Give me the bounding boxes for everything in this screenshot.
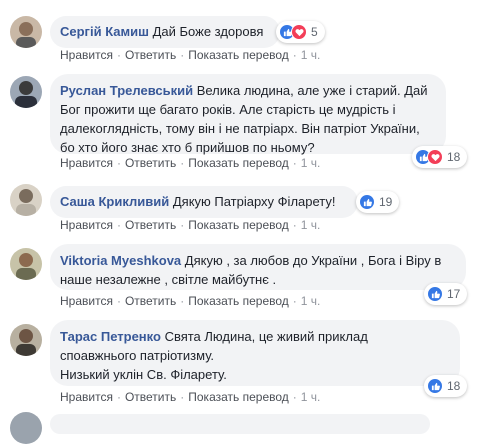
reply-link[interactable]: Ответить: [125, 48, 176, 62]
reaction-count: 17: [447, 287, 461, 301]
like-icon: [427, 286, 443, 302]
comment-author[interactable]: Саша Крикливий: [60, 194, 169, 209]
comment-actions: Нравится · Ответить · Показать перевод · 1 ч.: [60, 156, 321, 170]
like-link[interactable]: Нравится: [60, 156, 113, 170]
translate-link[interactable]: Показать перевод: [188, 156, 289, 170]
translate-link[interactable]: Показать перевод: [188, 390, 289, 404]
reply-link[interactable]: Ответить: [125, 218, 176, 232]
reply-link[interactable]: Ответить: [125, 156, 176, 170]
comment-bubble: Viktoria Myeshkova Дякую , за любов до У…: [50, 244, 466, 290]
comment-author[interactable]: Сергій Камиш: [60, 24, 149, 39]
comment-text: Дякую Патріарху Філарету!: [172, 194, 336, 209]
reaction-count: 18: [447, 150, 461, 164]
reactions[interactable]: 19: [356, 191, 400, 213]
comment-actions: Нравится · Ответить · Показать перевод · 1 ч.: [60, 218, 321, 232]
timestamp[interactable]: 1 ч.: [301, 294, 321, 308]
comment-text: Дай Боже здоровя: [152, 24, 264, 39]
comment-actions: Нравится · Ответить · Показать перевод · 1 ч.: [60, 294, 321, 308]
like-link[interactable]: Нравится: [60, 390, 113, 404]
avatar[interactable]: [10, 76, 42, 108]
reactions[interactable]: 18: [424, 375, 468, 397]
love-icon: [427, 149, 443, 165]
avatar[interactable]: [10, 16, 42, 48]
reaction-count: 18: [447, 379, 461, 393]
comment-bubble: Саша Крикливий Дякую Патріарху Філарету!: [50, 186, 358, 218]
reactions[interactable]: 17: [424, 283, 468, 305]
reply-link[interactable]: Ответить: [125, 294, 176, 308]
love-icon: [291, 24, 307, 40]
timestamp[interactable]: 1 ч.: [301, 48, 321, 62]
like-link[interactable]: Нравится: [60, 294, 113, 308]
avatar[interactable]: [10, 184, 42, 216]
avatar[interactable]: [10, 412, 42, 444]
like-link[interactable]: Нравится: [60, 48, 113, 62]
reaction-count: 19: [379, 195, 393, 209]
timestamp[interactable]: 1 ч.: [301, 390, 321, 404]
comment-text-line: Свята Людина, це живий приклад: [164, 329, 368, 344]
reaction-count: 5: [311, 25, 318, 39]
comment-bubble: Руслан Трелевський Велика людина, але уж…: [50, 74, 446, 155]
reply-link[interactable]: Ответить: [125, 390, 176, 404]
translate-link[interactable]: Показать перевод: [188, 294, 289, 308]
like-link[interactable]: Нравится: [60, 218, 113, 232]
comment-actions: Нравится · Ответить · Показать перевод · 1 ч.: [60, 48, 321, 62]
avatar[interactable]: [10, 324, 42, 356]
translate-link[interactable]: Показать перевод: [188, 218, 289, 232]
comment-author[interactable]: Viktoria Myeshkova: [60, 253, 181, 268]
avatar[interactable]: [10, 248, 42, 280]
comment-bubble: Сергій Камиш Дай Боже здоровя: [50, 16, 280, 48]
comment-author[interactable]: Руслан Трелевський: [60, 83, 193, 98]
comment-actions: Нравится · Ответить · Показать перевод · 1 ч.: [60, 390, 321, 404]
timestamp[interactable]: 1 ч.: [301, 156, 321, 170]
reactions[interactable]: 5: [276, 21, 325, 43]
like-icon: [359, 194, 375, 210]
like-icon: [427, 378, 443, 394]
comment-bubble: Тарас Петренко Свята Людина, це живий пр…: [50, 320, 460, 386]
timestamp[interactable]: 1 ч.: [301, 218, 321, 232]
comment-bubble: [50, 414, 430, 434]
comment-text-line: Низький уклін Св. Філарету.: [60, 367, 227, 382]
translate-link[interactable]: Показать перевод: [188, 48, 289, 62]
comment-author[interactable]: Тарас Петренко: [60, 329, 161, 344]
reactions[interactable]: 18: [412, 146, 468, 168]
comment-text-line: споавжнього патріотизму.: [60, 348, 215, 363]
